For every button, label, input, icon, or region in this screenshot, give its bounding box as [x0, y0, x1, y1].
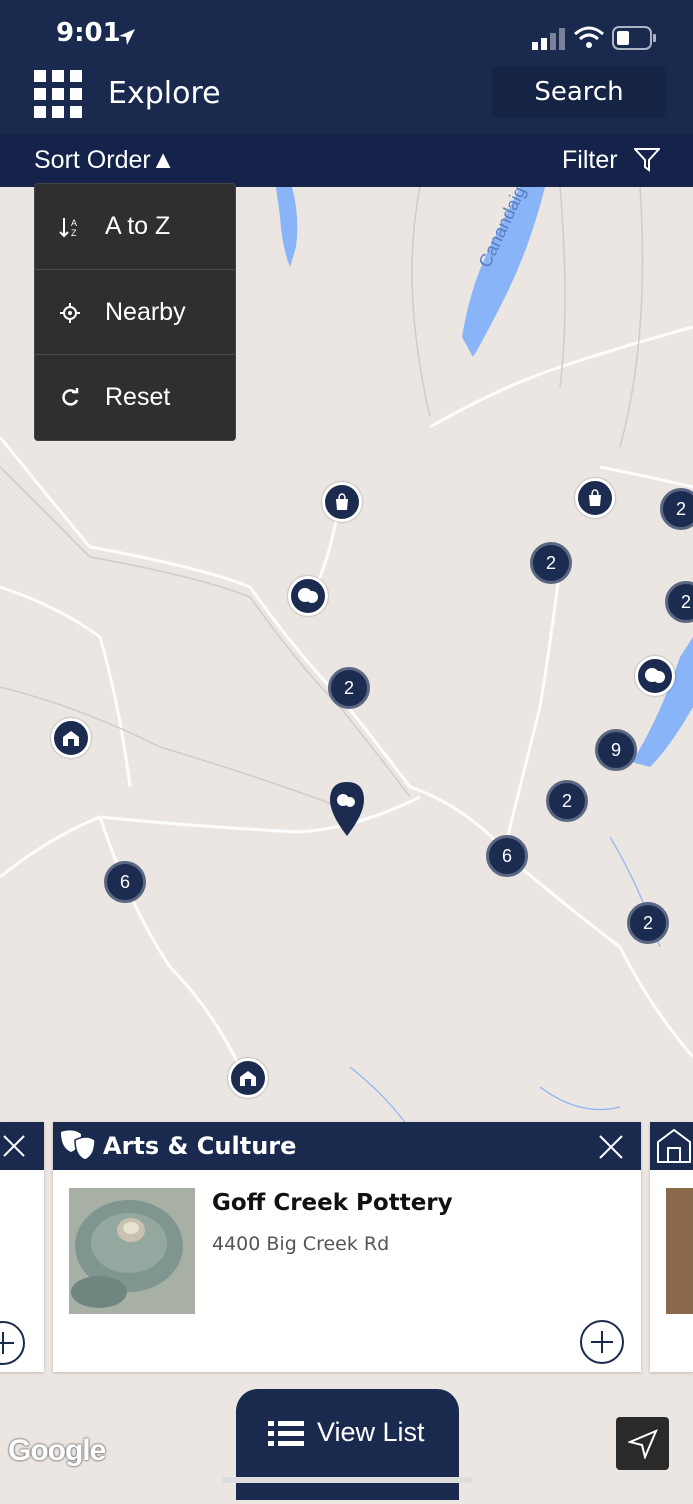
place-card-next[interactable] — [650, 1122, 693, 1372]
menu-item-label: Reset — [105, 383, 171, 411]
theater-masks-marker[interactable] — [635, 656, 675, 696]
menu-item-nearby[interactable]: Nearby — [35, 270, 235, 355]
wifi-icon — [574, 26, 604, 48]
close-icon[interactable] — [598, 1134, 624, 1160]
place-thumbnail[interactable] — [69, 1188, 195, 1314]
menu-item-label: A to Z — [105, 212, 171, 240]
card-category-title: Arts & Culture — [103, 1132, 297, 1160]
sort-order-label: Sort Order — [34, 146, 151, 174]
card-header — [0, 1122, 44, 1170]
home-indicator — [222, 1477, 472, 1483]
sort-alpha-icon: AZ — [35, 216, 105, 238]
add-circle-icon[interactable] — [579, 1319, 625, 1365]
map-cluster-marker[interactable]: 2 — [328, 667, 370, 709]
barn-icon — [63, 731, 79, 746]
theater-masks-icon — [298, 588, 318, 603]
theater-masks-icon — [61, 1130, 96, 1161]
view-list-button[interactable]: View List — [236, 1389, 459, 1500]
theater-masks-marker[interactable] — [288, 576, 328, 616]
map-cluster-marker[interactable]: 9 — [595, 729, 637, 771]
nav-bar: Explore Search — [0, 62, 693, 134]
barn-icon — [657, 1128, 691, 1163]
place-name[interactable]: Goff Creek Pottery — [212, 1190, 453, 1216]
map-cluster-marker[interactable]: 6 — [104, 861, 146, 903]
place-address: 4400 Big Creek Rd — [212, 1233, 390, 1255]
map-cluster-marker[interactable]: 2 — [627, 902, 669, 944]
search-button-label: Search — [534, 77, 624, 107]
menu-item-label: Nearby — [105, 298, 186, 326]
refresh-icon — [35, 387, 105, 409]
map-pin-icon — [330, 782, 364, 836]
status-bar: 9:01 — [0, 0, 693, 62]
selected-place-pin[interactable] — [328, 780, 366, 842]
place-thumbnail[interactable] — [666, 1188, 693, 1314]
view-list-label: View List — [317, 1417, 425, 1447]
map-cluster-marker[interactable]: 2 — [546, 780, 588, 822]
close-icon[interactable] — [2, 1134, 26, 1158]
menu-item-a-to-z[interactable]: AZ A to Z — [35, 184, 235, 269]
filter-icon[interactable] — [634, 148, 660, 172]
place-card-previous[interactable] — [0, 1122, 44, 1372]
sort-filter-bar: Sort Order▲ Filter — [0, 134, 693, 187]
card-header: Arts & Culture — [53, 1122, 641, 1170]
barn-marker[interactable] — [51, 718, 91, 758]
barn-icon — [240, 1071, 256, 1086]
card-header — [650, 1122, 693, 1170]
page-title: Explore — [108, 76, 221, 111]
map-cluster-marker[interactable]: 2 — [530, 542, 572, 584]
lake-small — [276, 187, 298, 267]
filter-label: Filter — [562, 146, 618, 174]
shopping-bag-icon — [589, 489, 601, 506]
cellular-signal-icon — [532, 28, 565, 50]
sort-order-menu: AZ A to Z Nearby Reset — [34, 183, 236, 441]
list-icon — [268, 1421, 304, 1446]
status-time: 9:01 — [56, 18, 121, 48]
navigation-arrow-icon — [628, 1429, 658, 1459]
caret-up-icon: ▲ — [150, 146, 176, 174]
my-location-button[interactable] — [616, 1417, 669, 1470]
google-logo: Google — [8, 1434, 106, 1467]
shopping-bag-icon — [336, 493, 348, 510]
svg-text:Z: Z — [71, 228, 77, 238]
sort-order-button[interactable]: Sort Order▲ — [34, 146, 175, 175]
search-button[interactable]: Search — [492, 66, 666, 118]
location-arrow-icon — [119, 29, 135, 45]
add-circle-icon[interactable] — [0, 1320, 26, 1366]
filter-button[interactable]: Filter — [562, 146, 618, 175]
map-cluster-marker[interactable]: 6 — [486, 835, 528, 877]
barn-marker[interactable] — [228, 1058, 268, 1098]
svg-text:A: A — [71, 218, 77, 228]
place-card[interactable]: Arts & Culture Goff Creek Pottery 4400 B… — [53, 1122, 641, 1372]
grid-menu-icon[interactable] — [34, 70, 82, 118]
theater-masks-icon — [645, 668, 665, 683]
shopping-bag-marker[interactable] — [575, 478, 615, 518]
pottery-photo — [69, 1188, 195, 1314]
menu-item-reset[interactable]: Reset — [35, 355, 235, 440]
shopping-bag-marker[interactable] — [322, 482, 362, 522]
crosshair-icon — [35, 302, 105, 324]
battery-icon — [612, 26, 656, 50]
